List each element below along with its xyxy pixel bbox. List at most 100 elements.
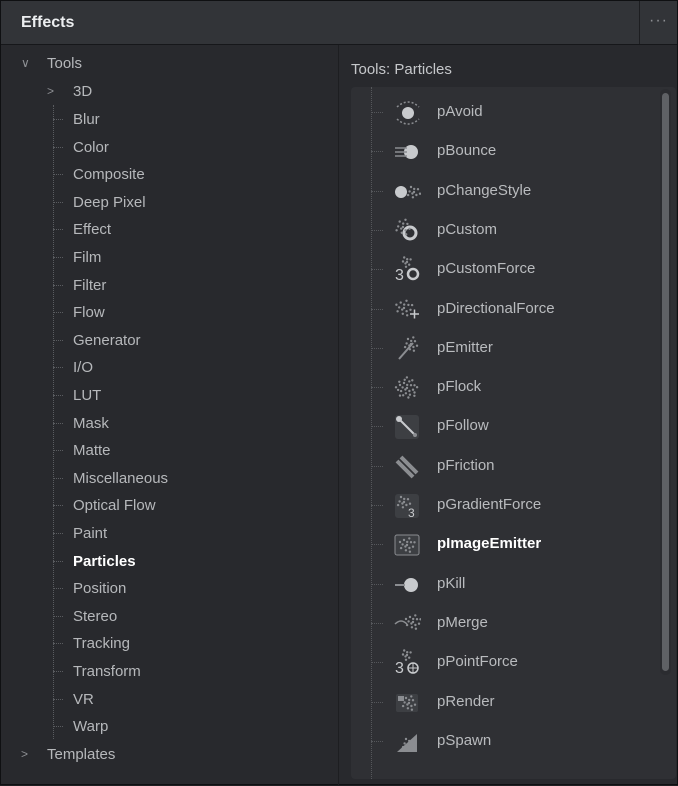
pdirectionalforce-icon — [393, 296, 421, 324]
pgradientforce-icon: 3 — [393, 492, 421, 520]
tree-item-lut[interactable]: LUT — [73, 382, 101, 409]
tree-guide-tick — [53, 395, 63, 397]
tree-guide-tick — [53, 339, 63, 342]
tree-item-paint[interactable]: Paint — [73, 520, 107, 547]
scrollbar-thumb[interactable] — [662, 93, 669, 671]
tree-guide-tick — [53, 174, 63, 176]
tree-item-film[interactable]: Film — [73, 244, 101, 271]
tool-item-pgradientforce[interactable]: 3 pGradientForce — [351, 486, 661, 525]
more-options-button[interactable]: ··· — [639, 1, 677, 44]
ppointforce-icon: 3 — [393, 649, 421, 677]
tool-item-label: pPointForce — [437, 653, 518, 671]
tree-item-label: 3D — [73, 83, 93, 100]
svg-text:3: 3 — [395, 660, 404, 677]
pchangestyle-icon — [393, 178, 422, 206]
tool-item-pemitter[interactable]: pEmitter — [351, 329, 661, 368]
tree-item-position[interactable]: Position — [73, 575, 126, 602]
tree-guide-tick — [53, 229, 63, 231]
tree-item-label: Templates — [47, 746, 116, 763]
tree-item-tracking[interactable]: Tracking — [73, 630, 130, 657]
list-guide-tick — [371, 622, 383, 624]
section-label: Tools: Particles — [351, 61, 452, 78]
list-guide-tick — [371, 387, 383, 389]
tree-item-i-o[interactable]: I/O — [73, 354, 93, 381]
tool-item-label: pMerge — [437, 613, 488, 631]
pimageemitter-icon — [393, 531, 421, 559]
tool-item-pbounce[interactable]: pBounce — [351, 132, 661, 171]
list-guide-tick — [371, 347, 383, 349]
tree-item-vr[interactable]: VR — [73, 686, 94, 713]
tool-item-pchangestyle[interactable]: pChangeStyle — [351, 172, 661, 211]
tool-item-ppointforce[interactable]: 3 pPointForce — [351, 643, 661, 682]
tree-item-warp[interactable]: Warp — [73, 713, 108, 740]
tree-item-deep-pixel[interactable]: Deep Pixel — [73, 189, 146, 216]
tree-item-transform[interactable]: Transform — [73, 658, 141, 685]
tool-item-pavoid[interactable]: pAvoid — [351, 93, 661, 132]
tool-item-label: pCustom — [437, 220, 498, 238]
tool-item-pkill[interactable]: pKill — [351, 565, 661, 604]
tool-item-label: pCustomForce — [437, 260, 536, 278]
tree-item-matte[interactable]: Matte — [73, 437, 111, 464]
tree-guide-tick — [53, 257, 63, 259]
effects-tree: ∨ Tools > 3D Blur Color Composite Deep Pixe… — [1, 45, 338, 786]
tree-guide-tick — [53, 533, 63, 535]
tree-item-miscellaneous[interactable]: Miscellaneous — [73, 465, 168, 492]
chevron-right-icon[interactable]: > — [47, 78, 54, 105]
pmerge-icon — [393, 610, 422, 638]
tree-item-composite[interactable]: Composite — [73, 161, 145, 188]
tree-item-blur[interactable]: Blur — [73, 106, 100, 133]
tree-item-effect[interactable]: Effect — [73, 216, 111, 243]
tree-guide-tick — [53, 643, 63, 645]
pemitter-icon — [393, 335, 421, 363]
tool-item-pcustomforce[interactable]: 3 pCustomForce — [351, 250, 661, 289]
list-guide-tick — [371, 544, 383, 546]
tree-guide-tick — [53, 146, 63, 149]
tool-item-pdirectionalforce[interactable]: pDirectionalForce — [351, 290, 661, 329]
list-guide-tick — [371, 701, 383, 703]
tree-guide-tick — [53, 367, 63, 369]
tree-item-color[interactable]: Color — [73, 134, 109, 161]
pbounce-icon — [393, 138, 421, 166]
tool-item-label: pFollow — [437, 417, 489, 435]
panel-header: Effects ··· — [1, 1, 677, 45]
tool-item-prender[interactable]: pRender — [351, 683, 661, 722]
tree-guide-tick — [53, 201, 63, 204]
pcustomforce-icon: 3 — [393, 256, 421, 284]
tree-item-optical-flow[interactable]: Optical Flow — [73, 492, 156, 519]
tool-item-pfriction[interactable]: pFriction — [351, 447, 661, 486]
chevron-down-icon[interactable]: ∨ — [21, 50, 30, 77]
tool-item-label: pFriction — [437, 456, 495, 474]
tool-item-pcustom[interactable]: pCustom — [351, 211, 661, 250]
tree-guide-tick — [53, 422, 63, 425]
tree-guide-tick — [53, 560, 63, 563]
pspawn-icon — [393, 728, 421, 756]
tree-item-mask[interactable]: Mask — [73, 410, 109, 437]
tool-item-label: pFlock — [437, 378, 482, 396]
tree-item-particles[interactable]: Particles — [73, 548, 136, 575]
svg-text:3: 3 — [408, 506, 415, 520]
tool-item-pspawn[interactable]: pSpawn — [351, 722, 661, 761]
tree-guide-tick — [53, 284, 63, 287]
tool-item-pfollow[interactable]: pFollow — [351, 407, 661, 446]
tree-guide-tick — [53, 505, 63, 507]
panel-title: Effects — [21, 14, 75, 31]
tool-item-pflock[interactable]: pFlock — [351, 368, 661, 407]
tool-item-label: pImageEmitter — [437, 535, 542, 553]
tree-item-stereo[interactable]: Stereo — [73, 603, 117, 630]
tree-item-flow[interactable]: Flow — [73, 299, 105, 326]
pkill-icon — [393, 571, 421, 599]
tool-item-pimageemitter[interactable]: pImageEmitter — [351, 525, 661, 564]
tool-item-label: pEmitter — [437, 338, 493, 356]
tree-item-label: Tools — [47, 55, 83, 72]
chevron-right-icon[interactable]: > — [21, 741, 28, 768]
list-guide-tick — [371, 269, 383, 271]
pfriction-icon — [393, 453, 421, 481]
tool-item-pmerge[interactable]: pMerge — [351, 604, 661, 643]
tree-item-filter[interactable]: Filter — [73, 272, 106, 299]
pane-divider[interactable] — [338, 45, 339, 786]
tool-item-label: pDirectionalForce — [437, 299, 555, 317]
pfollow-icon — [393, 413, 421, 441]
tree-item-generator[interactable]: Generator — [73, 327, 141, 354]
tree-guide-tick — [53, 671, 63, 673]
tree-guide-tick — [53, 588, 63, 590]
